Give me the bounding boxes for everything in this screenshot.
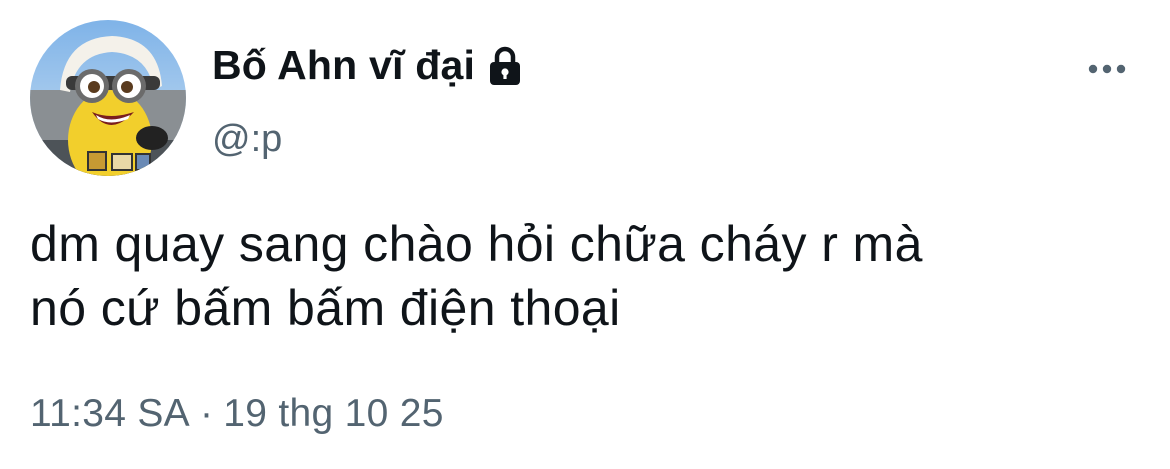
tweet-meta: 11:34 SA · 19 thg 10 25 xyxy=(30,392,444,436)
minion-avatar-icon xyxy=(30,20,186,176)
tweet-text: dm quay sang chào hỏi chữa cháy r mà nó … xyxy=(30,216,923,336)
display-name[interactable]: Bố Ahn vĩ đại xyxy=(212,42,475,89)
author-handle[interactable]: @:p xyxy=(212,118,282,161)
tweet-time[interactable]: 11:34 SA xyxy=(30,392,190,435)
more-horizontal-icon xyxy=(1088,64,1126,74)
tweet-card: Bố Ahn vĩ đại @:p dm quay sang chào hỏi … xyxy=(0,0,1170,469)
more-options-button[interactable] xyxy=(1082,54,1132,84)
meta-separator: · xyxy=(199,392,214,435)
tweet-date[interactable]: 19 thg 10 25 xyxy=(223,392,443,435)
avatar[interactable] xyxy=(30,20,186,176)
author-name-row: Bố Ahn vĩ đại xyxy=(212,40,527,90)
lock-icon xyxy=(483,43,527,87)
